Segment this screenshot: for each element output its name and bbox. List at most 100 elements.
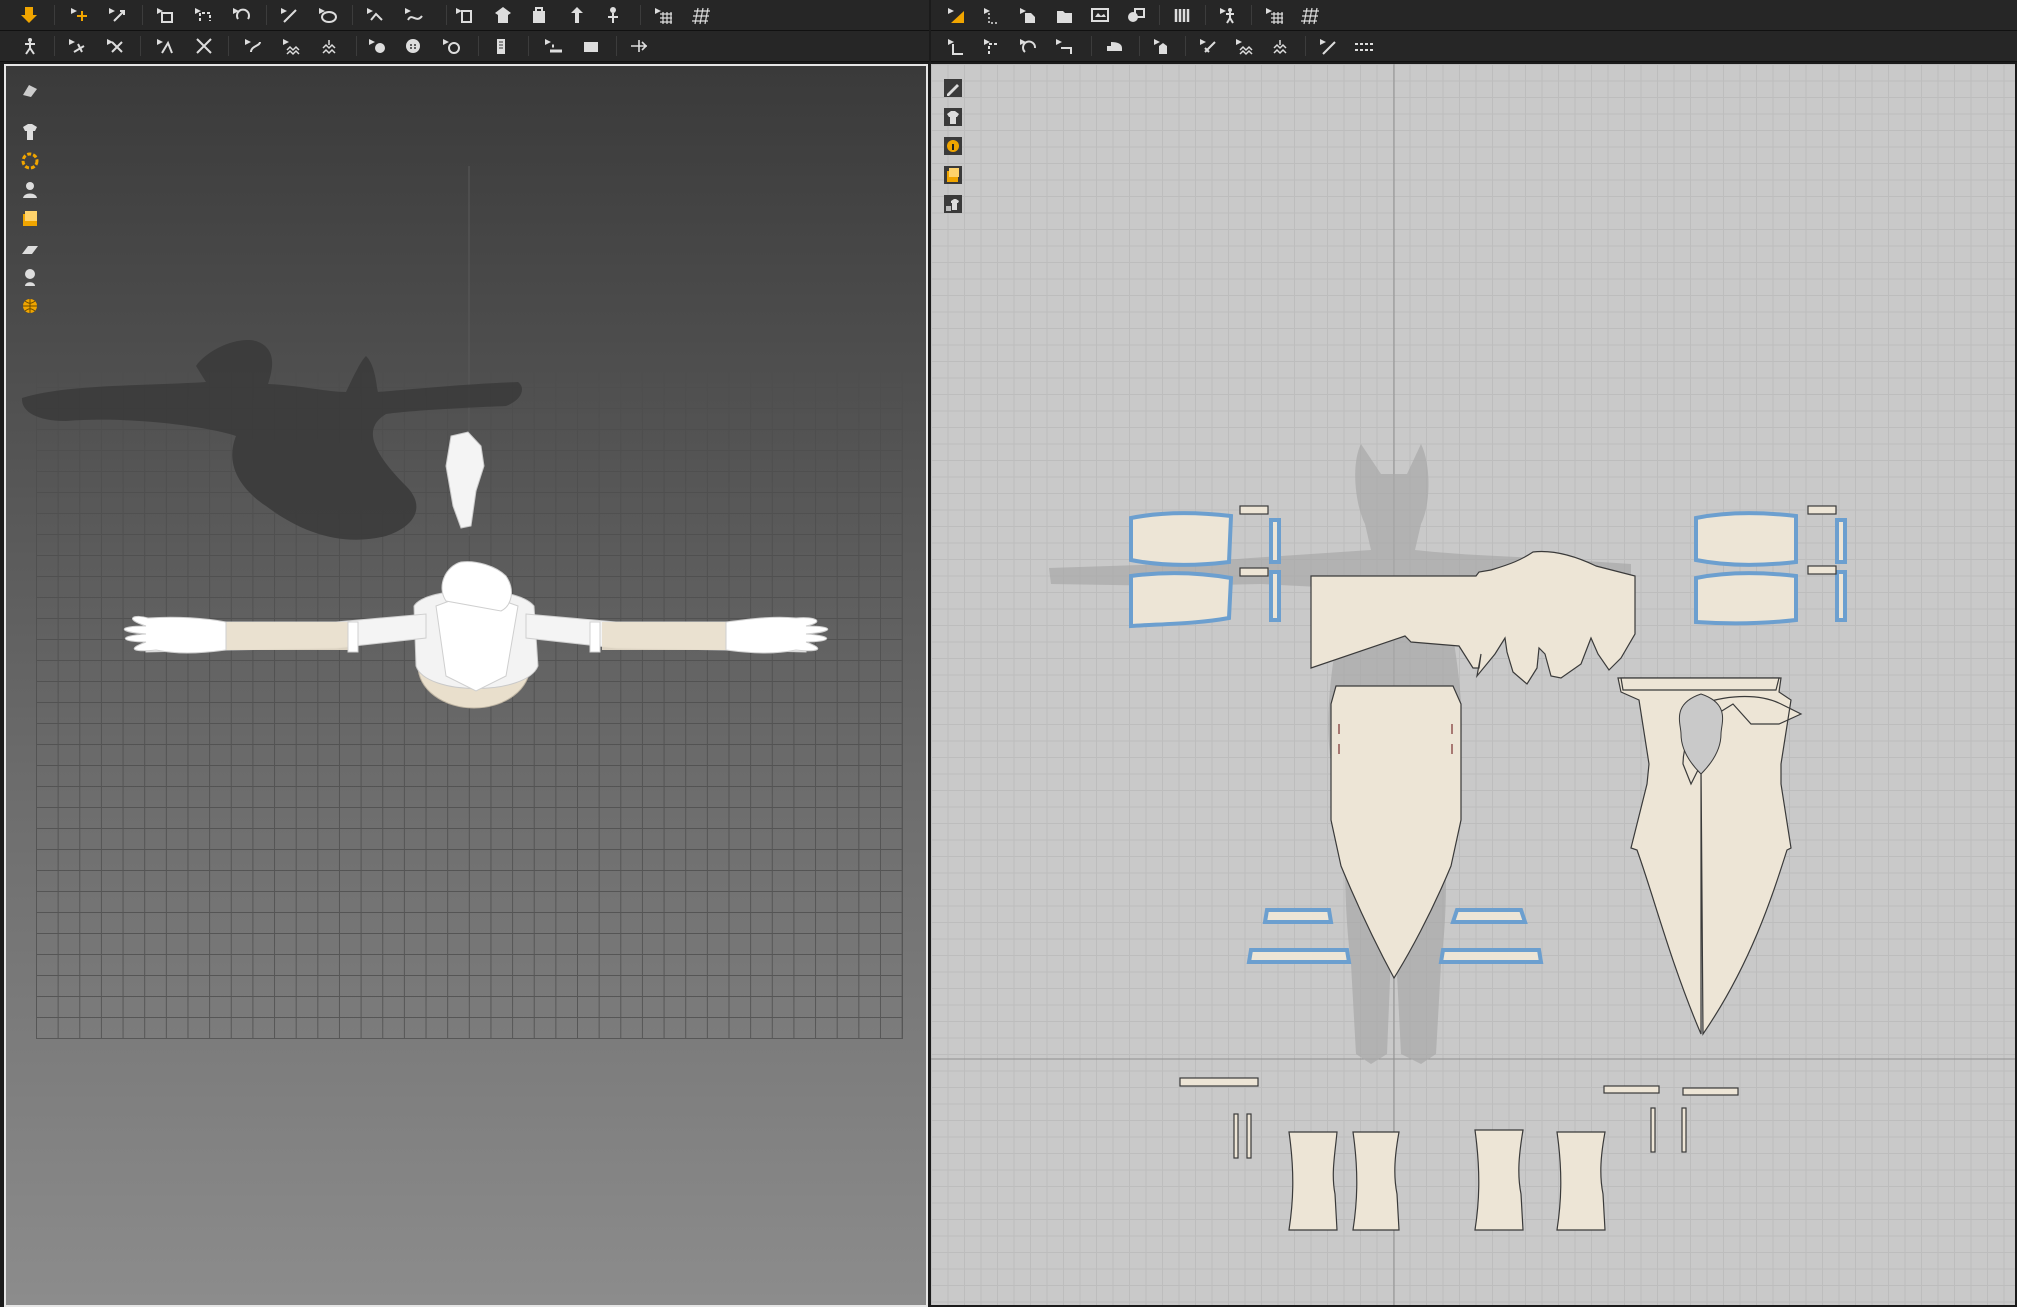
texture-icon[interactable] [18, 149, 42, 173]
pattern-sleeve-right-upper [1694, 511, 1798, 567]
seam-segment-icon[interactable] [943, 34, 969, 58]
columns-icon[interactable] [1169, 3, 1195, 27]
ellipse-icon[interactable] [1087, 3, 1113, 27]
globe-icon[interactable] [18, 294, 42, 318]
polygon-icon[interactable] [1015, 3, 1041, 27]
layer-icon[interactable] [18, 207, 42, 231]
garment-icon[interactable] [18, 120, 42, 144]
tack-icon[interactable] [278, 34, 304, 58]
2d-side-toolbar [941, 76, 965, 216]
line-tool-icon[interactable] [1315, 34, 1341, 58]
pattern-legwarmer [1288, 1131, 1338, 1231]
grid-icon[interactable] [1261, 3, 1287, 27]
pattern-strip [1835, 518, 1847, 564]
pattern-trim [1246, 948, 1352, 964]
pattern-legwarmer [1352, 1131, 1400, 1231]
pencil-icon[interactable] [941, 76, 965, 100]
seam-icon[interactable] [152, 34, 178, 58]
toolbar-2d-row2 [931, 31, 2017, 62]
pin-alt-icon[interactable] [600, 3, 626, 27]
lock-garment-icon[interactable] [941, 192, 965, 216]
tack-icon[interactable] [1231, 34, 1257, 58]
2d-pattern-viewport[interactable] [931, 64, 2015, 1305]
grid-alt-icon[interactable] [688, 3, 714, 27]
toolbar-2d-row1 [931, 0, 2017, 31]
3d-scene [21, 166, 829, 709]
pattern-legwarmer [1556, 1131, 1606, 1231]
pattern-strip [1682, 1087, 1739, 1096]
grid-icon[interactable] [650, 3, 676, 27]
tape-icon[interactable] [540, 34, 566, 58]
iron-icon[interactable] [1101, 34, 1127, 58]
pattern-strip [1246, 1113, 1252, 1159]
fold-icon[interactable] [400, 3, 426, 27]
pattern-strip [1807, 505, 1837, 515]
tape-alt-icon[interactable] [578, 34, 604, 58]
3d-side-toolbar [18, 78, 42, 318]
shaded-view-icon[interactable] [18, 78, 42, 102]
avatar-model [123, 431, 829, 709]
pattern-strip [1233, 1113, 1239, 1159]
pattern-trim [1438, 948, 1544, 964]
grid-alt-icon[interactable] [1297, 3, 1323, 27]
select-tool-icon[interactable] [943, 3, 969, 27]
2d-pattern-scene [931, 64, 2015, 1305]
avatar-icon[interactable] [1215, 3, 1241, 27]
toolbar-3d-row2 [0, 31, 929, 62]
pattern-strip [1269, 570, 1281, 622]
tack-alt-icon[interactable] [1267, 34, 1293, 58]
pattern-sleeve-left-upper [1129, 511, 1234, 567]
pattern-strip [1179, 1077, 1259, 1087]
import-arrow-icon[interactable] [16, 3, 42, 27]
pen-icon[interactable] [276, 3, 302, 27]
pattern-strip [1650, 1107, 1656, 1153]
dashed-line-icon[interactable] [1351, 34, 1377, 58]
rectangle-icon[interactable] [1051, 3, 1077, 27]
info-icon[interactable] [941, 134, 965, 158]
pattern-strip [1269, 518, 1281, 564]
shirt-icon[interactable] [451, 3, 477, 27]
garment-fit-icon[interactable] [1149, 34, 1175, 58]
pin-icon[interactable] [564, 3, 590, 27]
body-icon[interactable] [18, 265, 42, 289]
shape-mask-icon[interactable] [1123, 3, 1149, 27]
curve-icon[interactable] [314, 3, 340, 27]
hanger-icon[interactable] [490, 3, 516, 27]
pose-icon[interactable] [16, 34, 42, 58]
seam-check-icon[interactable] [1051, 34, 1077, 58]
fold-arrange-icon[interactable] [240, 34, 266, 58]
pattern-strip [1835, 570, 1847, 622]
button-tool-icon[interactable] [364, 34, 390, 58]
surface-icon[interactable] [18, 236, 42, 260]
circle-icon[interactable] [228, 3, 254, 27]
garment-eye-icon[interactable] [941, 105, 965, 129]
pattern-strip [1681, 1107, 1687, 1153]
seam-free-icon[interactable] [979, 34, 1005, 58]
polygon-icon[interactable] [152, 3, 178, 27]
select-button-icon[interactable] [438, 34, 464, 58]
buttonhole-icon[interactable] [400, 34, 426, 58]
measure-icon[interactable] [626, 34, 652, 58]
sewing-icon[interactable] [102, 34, 128, 58]
cross-seam-icon[interactable] [190, 34, 216, 58]
tack-alt-icon[interactable] [316, 34, 342, 58]
simulate-icon[interactable] [64, 34, 90, 58]
pattern-strip [1239, 505, 1269, 515]
toolbar-3d-row1 [0, 0, 929, 31]
segment-icon[interactable] [362, 3, 388, 27]
rectangle-icon[interactable] [190, 3, 216, 27]
3d-viewport[interactable] [4, 64, 928, 1307]
transform-icon[interactable] [104, 3, 130, 27]
seam-curve-icon[interactable] [1015, 34, 1041, 58]
edit-point-icon[interactable] [979, 3, 1005, 27]
pleat-icon[interactable] [1195, 34, 1221, 58]
move-tool-icon[interactable] [66, 3, 92, 27]
pattern-strip [1239, 567, 1269, 577]
pattern-trim [1450, 908, 1528, 924]
avatar-icon[interactable] [526, 3, 552, 27]
layer-icon[interactable] [941, 163, 965, 187]
pattern-legwarmer [1474, 1129, 1524, 1231]
avatar-icon[interactable] [18, 178, 42, 202]
zipper-icon[interactable] [488, 34, 514, 58]
pattern-sleeve-left-lower [1129, 571, 1234, 629]
